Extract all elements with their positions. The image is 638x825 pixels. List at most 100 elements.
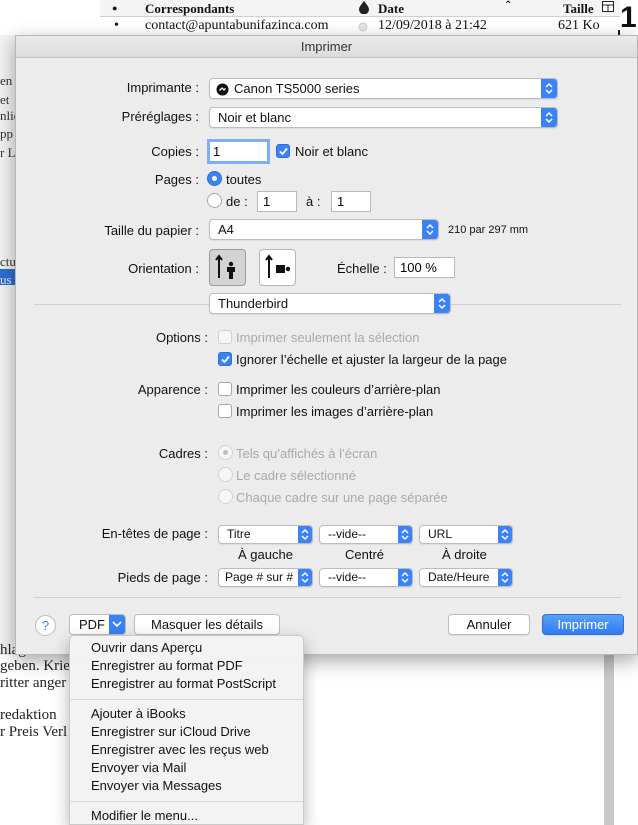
correspondants-column-header[interactable]: Correspondants xyxy=(145,1,234,17)
printer-select[interactable]: Canon TS5000 series xyxy=(209,78,558,99)
header-left-select[interactable]: Titre xyxy=(218,525,313,544)
footer-left-value: Page # sur # xyxy=(225,570,294,584)
read-column-header[interactable]: ● xyxy=(112,3,117,13)
print-button[interactable]: Imprimer xyxy=(542,614,624,635)
chevron-updown-icon xyxy=(298,526,312,543)
portrait-orientation-button[interactable] xyxy=(209,249,246,286)
pages-from-label: de : xyxy=(226,194,248,209)
position-right-label: À droite xyxy=(442,547,487,562)
frames-each-label: Chaque cadre sur une page séparée xyxy=(236,490,448,505)
header-right-select[interactable]: URL xyxy=(419,525,513,544)
ignore-scale-checkbox[interactable] xyxy=(218,352,232,366)
position-left-label: À gauche xyxy=(238,547,293,562)
cancel-button[interactable]: Annuler xyxy=(448,614,530,635)
footers-label: Pieds de page : xyxy=(117,570,208,585)
pdf-menu-button[interactable]: PDF xyxy=(69,614,126,635)
menu-item-save-pdf[interactable]: Enregistrer au format PDF xyxy=(91,658,243,673)
frames-each-radio[interactable] xyxy=(218,489,233,504)
menu-item-save-postscript[interactable]: Enregistrer au format PostScript xyxy=(91,676,276,691)
landscape-orientation-button[interactable] xyxy=(259,249,296,286)
chevron-updown-icon xyxy=(541,79,557,98)
menu-item-mail[interactable]: Envoyer via Mail xyxy=(91,760,186,775)
menu-item-open-preview[interactable]: Ouvrir dans Aperçu xyxy=(91,640,202,655)
pdf-dropdown-menu: Ouvrir dans Aperçu Enregistrer au format… xyxy=(69,635,304,825)
chevron-down-icon xyxy=(109,615,125,634)
paper-size-select[interactable]: A4 xyxy=(209,219,439,240)
bg-images-checkbox[interactable] xyxy=(218,404,232,418)
presets-select[interactable]: Noir et blanc xyxy=(209,107,558,128)
chevron-updown-icon xyxy=(398,526,412,543)
footer-left-select[interactable]: Page # sur # xyxy=(218,568,313,587)
separator xyxy=(34,597,621,598)
selection-only-label: Imprimer seulement la sélection xyxy=(236,330,420,345)
message-scrollbar[interactable] xyxy=(604,655,614,825)
orientation-label: Orientation : xyxy=(128,261,199,276)
header-center-value: --vide-- xyxy=(328,527,366,541)
pages-all-label: toutes xyxy=(226,172,262,187)
section-select[interactable]: Thunderbird xyxy=(209,293,451,314)
left-fragment: pp xyxy=(0,126,13,141)
header-left-value: Titre xyxy=(227,527,251,541)
frames-selected-radio[interactable] xyxy=(218,467,233,482)
header-center-select[interactable]: --vide-- xyxy=(319,525,413,544)
message-date: 12/09/2018 à 21:42 xyxy=(378,18,487,33)
ignore-scale-label: Ignorer l’échelle et ajuster la largeur … xyxy=(236,352,508,367)
frames-as-shown-radio[interactable] xyxy=(218,445,233,460)
sort-ascending-icon: ⌃ xyxy=(504,0,513,11)
pages-to-label: à : xyxy=(306,194,321,209)
message-list-header: ● Correspondants Date ⌃ Taille xyxy=(100,0,620,17)
menu-separator xyxy=(70,699,303,700)
corner-number: 1 xyxy=(620,1,637,34)
menu-item-web-receipts[interactable]: Enregistrer avec les reçus web xyxy=(91,742,269,757)
footer-center-select[interactable]: --vide-- xyxy=(319,568,413,587)
copies-label: Copies : xyxy=(151,144,199,159)
printer-icon xyxy=(216,82,229,98)
message-size: 621 Ko xyxy=(558,18,600,33)
position-center-label: Centré xyxy=(345,547,385,562)
black-white-checkbox[interactable] xyxy=(276,144,290,158)
junk-column-icon[interactable] xyxy=(358,0,370,18)
message-row[interactable]: • contact@apuntabunifazinca.com 12/09/20… xyxy=(100,17,620,35)
print-dialog: Imprimer Imprimante : Canon TS5000 serie… xyxy=(15,35,638,655)
portrait-icon xyxy=(215,254,235,279)
unread-dot: • xyxy=(114,18,119,33)
bg-colors-label: Imprimer les couleurs d’arrière-plan xyxy=(236,382,441,397)
pages-to-field[interactable] xyxy=(331,191,371,212)
column-picker-icon[interactable] xyxy=(602,1,614,18)
menu-item-edit-menu[interactable]: Modifier le menu... xyxy=(91,808,198,823)
scale-label: Échelle : xyxy=(337,261,387,276)
pages-from-field[interactable] xyxy=(257,191,297,212)
appearance-label: Apparence : xyxy=(137,382,208,397)
menu-item-ibooks[interactable]: Ajouter à iBooks xyxy=(91,706,186,721)
chevron-updown-icon xyxy=(422,220,438,239)
chevron-updown-icon xyxy=(434,294,450,313)
headers-label: En-têtes de page : xyxy=(101,526,208,541)
taille-column-header[interactable]: Taille xyxy=(563,1,594,17)
chevron-updown-icon xyxy=(498,569,512,586)
scale-field[interactable] xyxy=(394,257,455,278)
bg-images-label: Imprimer les images d’arrière-plan xyxy=(236,404,434,419)
printer-value: Canon TS5000 series xyxy=(234,81,360,96)
footer-right-select[interactable]: Date/Heure xyxy=(419,568,513,587)
copies-field[interactable] xyxy=(207,139,270,164)
options-label: Options : xyxy=(155,330,208,345)
pages-range-radio[interactable] xyxy=(207,193,222,208)
paper-size-label: Taille du papier : xyxy=(104,223,199,238)
bg-colors-checkbox[interactable] xyxy=(218,382,232,396)
pages-all-radio[interactable] xyxy=(207,171,222,186)
hide-details-button[interactable]: Masquer les détails xyxy=(134,614,280,635)
body-line: ritter anger xyxy=(0,675,67,691)
help-button[interactable]: ? xyxy=(35,615,56,636)
frames-label: Cadres : xyxy=(158,446,208,461)
chevron-updown-icon xyxy=(541,108,557,127)
menu-item-messages[interactable]: Envoyer via Messages xyxy=(91,778,222,793)
selection-only-checkbox[interactable] xyxy=(218,330,232,344)
section-value: Thunderbird xyxy=(218,296,289,311)
frames-selected-label: Le cadre sélectionné xyxy=(236,468,356,483)
body-line: redaktion xyxy=(0,707,57,723)
chevron-updown-icon xyxy=(298,569,312,586)
date-column-header[interactable]: Date xyxy=(378,1,404,17)
footer-right-value: Date/Heure xyxy=(428,570,490,584)
frames-as-shown-label: Tels qu’affichés à l’écran xyxy=(236,446,378,461)
menu-item-icloud[interactable]: Enregistrer sur iCloud Drive xyxy=(91,724,251,739)
